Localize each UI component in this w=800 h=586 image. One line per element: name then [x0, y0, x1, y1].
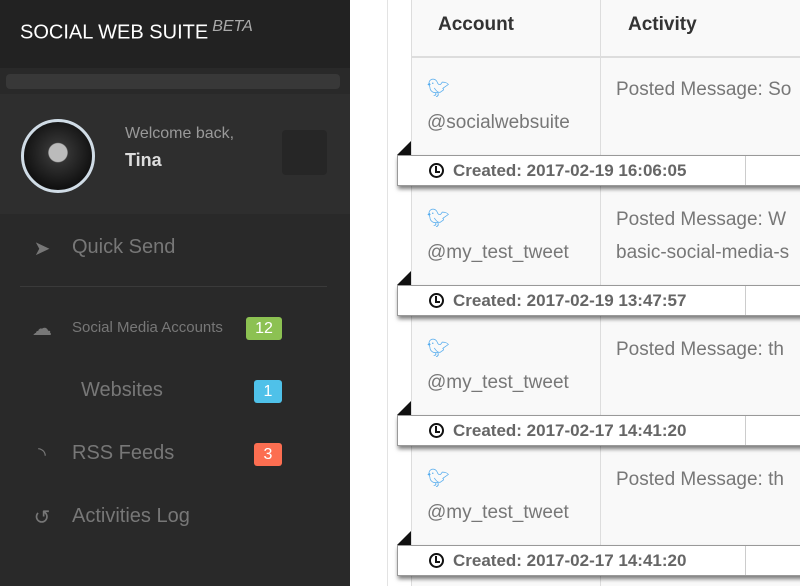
sidebar-item-label: Social Media Accounts	[72, 319, 223, 336]
twitter-icon: 🐦︎	[427, 338, 450, 358]
user-name: Tina	[125, 150, 162, 170]
twitter-icon: 🐦︎	[427, 208, 450, 228]
welcome-text: Welcome back,	[125, 125, 235, 142]
twitter-icon: 🐦︎	[427, 468, 450, 488]
user-menu-button[interactable]	[282, 130, 327, 175]
activity-line: Posted Message: th	[616, 339, 784, 360]
created-banner: Created: 2017-02-19 16:06:05	[397, 155, 800, 186]
user-panel: Welcome back, Tina	[0, 94, 350, 214]
paper-plane-icon: ➤	[33, 238, 51, 260]
column-header-activity[interactable]: Activity	[628, 14, 697, 36]
sidebar-item-label: Activities Log	[72, 505, 190, 527]
created-timestamp: Created: 2017-02-17 14:41:20	[453, 421, 687, 440]
activity-text: Posted Message: So	[616, 73, 800, 106]
count-badge: 3	[254, 443, 282, 466]
cloud-icon: ☁	[32, 318, 52, 340]
ribbon-fold	[397, 271, 411, 285]
header-divider	[411, 56, 800, 58]
account-handle[interactable]: @my_test_tweet	[427, 502, 569, 524]
activity-text: Posted Message: W basic-social-media-s	[616, 203, 800, 269]
clock-icon	[429, 293, 444, 308]
sidebar-item-label: Quick Send	[72, 236, 176, 258]
beta-label: BETA	[212, 18, 253, 35]
clock-icon	[429, 163, 444, 178]
created-timestamp: Created: 2017-02-19 16:06:05	[453, 161, 687, 180]
brand[interactable]: SOCIAL WEB SUITE BETA	[0, 0, 350, 68]
banner-divider	[745, 546, 746, 575]
sidebar: SOCIAL WEB SUITE BETA Welcome back, Tina …	[0, 0, 350, 586]
created-banner: Created: 2017-02-17 14:41:20	[397, 415, 800, 446]
banner-divider	[745, 286, 746, 315]
activity-line: basic-social-media-s	[616, 242, 790, 263]
banner-divider	[745, 416, 746, 445]
created-timestamp: Created: 2017-02-17 14:41:20	[453, 551, 687, 570]
divider	[20, 286, 327, 287]
created-banner: Created: 2017-02-17 14:41:20	[397, 545, 800, 576]
ribbon-fold	[397, 531, 411, 545]
activity-text: Posted Message: th	[616, 333, 800, 366]
content-border	[387, 0, 388, 586]
column-header-account[interactable]: Account	[438, 14, 514, 36]
activity-text: Posted Message: th	[616, 463, 800, 496]
rss-icon: ◝	[38, 444, 46, 466]
activity-line: Posted Message: So	[616, 79, 792, 100]
sidebar-item-websites[interactable]: Websites 1	[0, 371, 350, 411]
account-handle[interactable]: @socialwebsuite	[427, 112, 570, 134]
twitter-icon: 🐦︎	[427, 78, 450, 98]
avatar[interactable]	[21, 119, 95, 193]
ribbon-fold	[397, 141, 411, 155]
clock-icon	[429, 423, 444, 438]
activity-line: Posted Message: th	[616, 469, 784, 490]
sidebar-item-label: RSS Feeds	[72, 442, 175, 464]
created-timestamp: Created: 2017-02-19 13:47:57	[453, 291, 687, 310]
sidebar-item-label: Websites	[81, 379, 163, 401]
banner-divider	[745, 156, 746, 185]
count-badge: 1	[254, 380, 282, 403]
activity-line: Posted Message: W	[616, 209, 787, 230]
account-handle[interactable]: @my_test_tweet	[427, 242, 569, 264]
clock-icon	[429, 553, 444, 568]
ribbon-fold	[397, 401, 411, 415]
sidebar-item-rss-feeds[interactable]: ◝ RSS Feeds 3	[0, 434, 350, 474]
top-bar	[6, 74, 340, 89]
history-icon: ↺	[33, 507, 51, 529]
brand-name: SOCIAL WEB SUITE	[20, 21, 209, 44]
sidebar-item-activities-log[interactable]: ↺ Activities Log	[0, 497, 350, 537]
sidebar-item-quick-send[interactable]: ➤ Quick Send	[0, 228, 350, 268]
sidebar-item-social-media-accounts[interactable]: ☁ Social Media Accounts 12	[0, 308, 350, 348]
account-handle[interactable]: @my_test_tweet	[427, 372, 569, 394]
created-banner: Created: 2017-02-19 13:47:57	[397, 285, 800, 316]
count-badge: 12	[246, 317, 282, 340]
